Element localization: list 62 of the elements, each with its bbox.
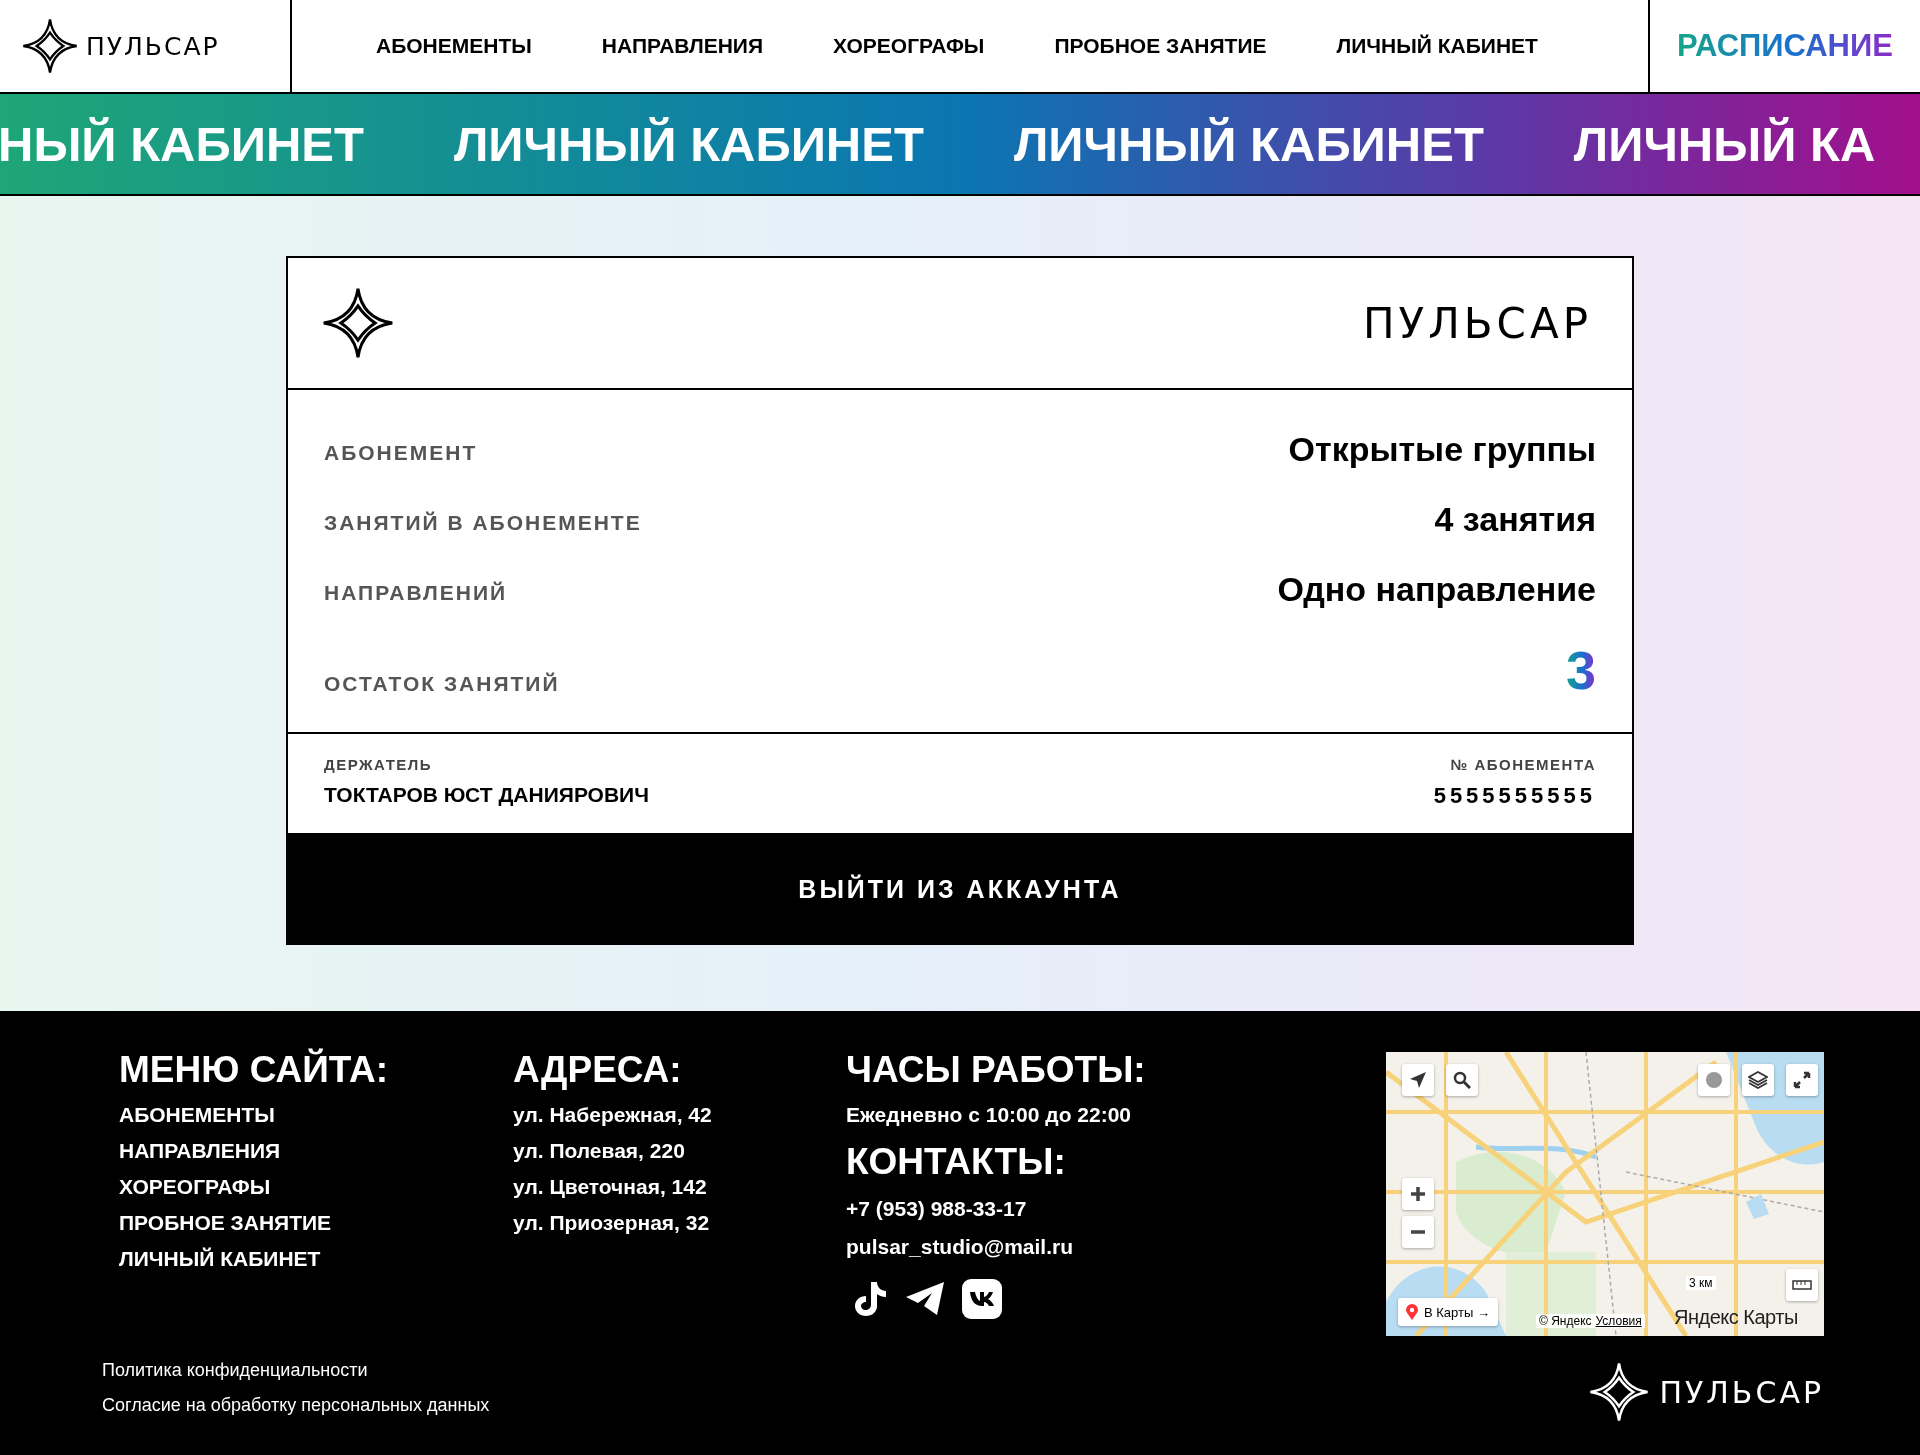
star-logo-icon [1589,1362,1650,1422]
legal-link[interactable]: Согласие на обработку персональных данных [102,1395,490,1416]
card-number: 5555555555 [1433,783,1596,809]
traffic-icon[interactable] [1698,1064,1730,1096]
holder-name: ТОКТАРОВ ЮСТ ДАНИЯРОВИЧ [324,783,649,807]
hours-text: Ежедневно с 10:00 до 22:00 [846,1103,1132,1127]
nav-link[interactable]: АБОНЕМЕНТЫ [376,34,532,58]
nav-link[interactable]: ЛИЧНЫЙ КАБИНЕТ [1336,34,1538,58]
marquee-text: ЛИЧНЫЙ КАБИНЕТ [1013,116,1484,172]
footer-link[interactable]: ПРОБНОЕ ЗАНЯТИЕ [119,1211,513,1235]
map-scale: 3 км [1686,1276,1716,1290]
zoom-in-icon[interactable] [1402,1178,1434,1210]
field-label: НАПРАВЛЕНИЙ [324,580,508,605]
brand-logo[interactable]: ПУЛЬСАР [1659,1374,1824,1410]
marquee-text: ЛИЧНЫЙ КА [1573,116,1876,172]
card-number-label: № АБОНЕМЕНТА [1450,756,1596,773]
field-value: Открытые группы [1288,429,1596,469]
holder-label: ДЕРЖАТЕЛЬ [324,756,434,773]
address-text: ул. Полевая, 220 [513,1139,686,1163]
open-map-button[interactable]: В Карты → [1398,1298,1498,1326]
address-text: ул. Цветочная, 142 [513,1175,708,1199]
legal-link[interactable]: Политика конфиденциальности [102,1360,490,1381]
footer-link[interactable]: ХОРЕОГРАФЫ [119,1175,513,1199]
zoom-out-icon[interactable] [1402,1216,1434,1248]
footer-heading: ЧАСЫ РАБОТЫ: [846,1049,1147,1091]
marquee-text: НЫЙ КАБИНЕТ [0,116,364,172]
brand-logo: ПУЛЬСАР [1363,298,1592,348]
nav-link[interactable]: ПРОБНОЕ ЗАНЯТИЕ [1054,34,1267,58]
layers-icon[interactable] [1742,1064,1774,1096]
footer-heading: КОНТАКТЫ: [846,1141,1067,1183]
footer-heading: АДРЕСА: [513,1049,683,1091]
fullscreen-icon[interactable] [1786,1064,1818,1096]
pin-icon [1406,1304,1418,1320]
footer-link[interactable]: ЛИЧНЫЙ КАБИНЕТ [119,1247,513,1271]
address-text: ул. Приозерная, 32 [513,1211,711,1235]
ruler-icon[interactable] [1786,1269,1818,1301]
marquee-text: ЛИЧНЫЙ КАБИНЕТ [453,116,924,172]
map-brand-logo[interactable]: Яндекс Карты [1674,1306,1798,1329]
vk-icon[interactable] [962,1279,1002,1319]
search-icon[interactable] [1446,1064,1478,1096]
logout-button[interactable]: ВЫЙТИ ИЗ АККАУНТА [286,833,1634,945]
field-value: Одно направление [1277,569,1596,609]
star-logo-icon [22,18,78,74]
nav-link[interactable]: НАПРАВЛЕНИЯ [601,34,764,58]
field-label: АБОНЕМЕНТ [324,440,478,465]
phone-link[interactable]: +7 (953) 988-33-17 [846,1197,1386,1221]
field-value: 4 занятия [1434,499,1596,539]
telegram-icon[interactable] [904,1281,946,1317]
tiktok-icon[interactable] [854,1280,888,1318]
field-label: ОСТАТОК ЗАНЯТИЙ [324,671,560,696]
footer-heading: МЕНЮ САЙТА: [119,1049,390,1091]
locate-icon[interactable] [1402,1064,1434,1096]
brand-logo[interactable]: ПУЛЬСАР [86,31,220,61]
star-logo-icon [322,287,394,359]
footer-link[interactable]: АБОНЕМЕНТЫ [119,1103,513,1127]
email-link[interactable]: pulsar_studio@mail.ru [846,1235,1386,1259]
address-text: ул. Набережная, 42 [513,1103,713,1127]
terms-link[interactable]: Условия [1595,1314,1642,1328]
field-label: ЗАНЯТИЙ В АБОНЕМЕНТЕ [324,510,642,535]
nav-link[interactable]: ХОРЕОГРАФЫ [833,34,985,58]
footer-link[interactable]: НАПРАВЛЕНИЯ [119,1139,513,1163]
map-copyright: © Яндекс [1539,1314,1592,1328]
